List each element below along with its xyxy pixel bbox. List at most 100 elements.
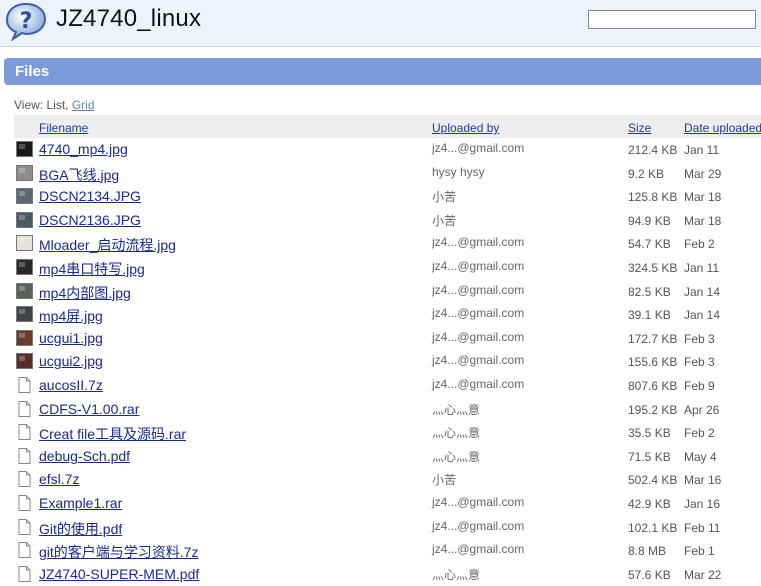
column-header-date-uploaded[interactable]: Date uploaded [684,121,761,135]
image-thumbnail-icon[interactable] [16,211,33,228]
table-row: Example1.rar jz4...@gmail.com 42.9 KB Jan 1… [0,492,761,516]
file-size: 212.4 KB [628,143,678,157]
image-thumbnail-icon[interactable] [16,188,33,205]
table-row: DSCN2136.JPG 小苦 94.9 KB Mar 18 [0,209,761,233]
file-name-link[interactable]: Example1.rar [39,495,122,511]
image-thumbnail-icon[interactable] [16,353,33,370]
uploader-name: 灬心灬意 [432,402,481,417]
file-size: 195.2 KB [628,402,678,417]
file-list: 4740_mp4.jpg jz4...@gmail.com 212.4 KB Jan … [0,138,761,586]
file-icon[interactable] [16,565,33,582]
table-row: Creat file工具及源码.rar 灬心灬意 35.5 KB Feb 2 [0,421,761,445]
upload-date: Feb 11 [684,520,721,535]
file-name-link[interactable]: Creat file工具及源码.rar [39,424,186,444]
file-name-link[interactable]: aucosII.7z [39,377,103,393]
view-label: View: [14,98,44,112]
table-row: efsl.7z 小苦 502.4 KB Mar 16 [0,468,761,492]
image-thumbnail-icon[interactable] [16,141,33,157]
file-name-link[interactable]: mp4串口特写.jpg [39,259,145,279]
column-header-filename[interactable]: Filename [39,121,88,135]
image-thumbnail-icon[interactable] [16,235,33,252]
upload-date: Mar 29 [684,166,722,181]
file-icon[interactable] [16,424,33,441]
upload-date: Mar 18 [684,190,722,205]
upload-date: Jan 14 [684,284,721,299]
uploader-name: 小苦 [432,213,457,228]
file-name-link[interactable]: JZ4740-SUPER-MEM.pdf [39,566,199,582]
image-thumbnail-icon[interactable] [16,306,33,323]
table-row: JZ4740-SUPER-MEM.pdf 灬心灬意 57.6 KB Mar 22 [0,563,761,586]
file-name-link[interactable]: efsl.7z [39,471,79,487]
file-icon[interactable] [16,542,33,559]
view-switcher: View: List, Grid [14,98,95,112]
upload-date: Feb 1 [684,544,715,559]
file-name-link[interactable]: DSCN2134.JPG [39,188,141,204]
table-row: ucgui2.jpg jz4...@gmail.com 155.6 KB Feb 3 [0,350,761,374]
uploader-name: hysy hysy [432,164,485,179]
help-question-icon[interactable]: ? [4,1,48,41]
file-size: 54.7 KB [628,237,671,252]
upload-date: Jan 16 [684,496,721,511]
file-name-link[interactable]: CDFS-V1.00.rar [39,401,139,417]
upload-date: Feb 3 [684,331,715,346]
view-grid-link[interactable]: Grid [72,98,95,112]
file-size: 39.1 KB [628,308,671,323]
table-row: CDFS-V1.00.rar 灬心灬意 195.2 KB Apr 26 [0,398,761,422]
file-name-link[interactable]: Git的使用.pdf [39,519,122,539]
file-size: 807.6 KB [628,378,678,393]
table-row: debug-Sch.pdf 灬心灬意 71.5 KB May 4 [0,445,761,469]
uploader-name: jz4...@gmail.com [432,376,525,391]
file-name-link[interactable]: BGA飞线.jpg [39,165,119,185]
file-size: 9.2 KB [628,166,665,181]
file-size: 94.9 KB [628,213,671,228]
search-input[interactable] [588,10,756,29]
image-thumbnail-icon[interactable] [16,282,33,299]
uploader-name: 灬心灬意 [432,567,481,582]
file-name-link[interactable]: git的客户端与学习资料.7z [39,542,198,562]
file-name-link[interactable]: ucgui2.jpg [39,353,103,369]
file-name-link[interactable]: 4740_mp4.jpg [39,141,128,157]
table-row: BGA飞线.jpg hysy hysy 9.2 KB Mar 29 [0,162,761,186]
image-thumbnail-icon[interactable] [16,329,33,346]
table-row: Git的使用.pdf jz4...@gmail.com 102.1 KB Feb 11 [0,516,761,540]
file-size: 125.8 KB [628,190,678,205]
uploader-name: jz4...@gmail.com [432,235,525,250]
uploader-name: jz4...@gmail.com [432,518,525,533]
file-icon[interactable] [16,518,33,535]
uploader-name: 小苦 [432,190,457,205]
uploader-name: 小苦 [432,473,457,488]
file-name-link[interactable]: mp4屏.jpg [39,306,103,326]
file-size: 71.5 KB [628,449,671,464]
files-heading: Files [15,63,50,80]
image-thumbnail-icon[interactable] [16,258,33,275]
uploader-name: jz4...@gmail.com [432,258,525,273]
file-icon[interactable] [16,447,33,464]
uploader-name: jz4...@gmail.com [432,141,525,155]
image-thumbnail-icon[interactable] [16,164,33,181]
upload-date: Feb 2 [684,237,715,252]
table-row: git的客户端与学习资料.7z jz4...@gmail.com 8.8 MB Feb… [0,539,761,563]
column-header-uploaded-by[interactable]: Uploaded by [432,121,499,135]
project-title[interactable]: JZ4740_linux [56,5,201,33]
upload-date: Jan 11 [684,260,720,275]
file-icon[interactable] [16,376,33,393]
table-row: aucosII.7z jz4...@gmail.com 807.6 KB Feb 9 [0,374,761,398]
uploader-name: jz4...@gmail.com [432,494,525,509]
file-name-link[interactable]: ucgui1.jpg [39,330,103,346]
file-icon[interactable] [16,494,33,511]
table-row: mp4屏.jpg jz4...@gmail.com 39.1 KB Jan 14 [0,303,761,327]
upload-date: Mar 16 [684,473,722,488]
file-name-link[interactable]: DSCN2136.JPG [39,212,141,228]
file-name-link[interactable]: Mloader_启动流程.jpg [39,235,176,255]
uploader-name: jz4...@gmail.com [432,306,525,321]
upload-date: Apr 26 [684,402,720,417]
file-icon[interactable] [16,471,33,488]
upload-date: Mar 18 [684,213,722,228]
column-header-size[interactable]: Size [628,121,651,135]
table-row: mp4内部图.jpg jz4...@gmail.com 82.5 KB Jan 14 [0,280,761,304]
file-name-link[interactable]: debug-Sch.pdf [39,448,130,464]
file-icon[interactable] [16,400,33,417]
file-size: 8.8 MB [628,544,667,559]
file-name-link[interactable]: mp4内部图.jpg [39,283,131,303]
table-row: 4740_mp4.jpg jz4...@gmail.com 212.4 KB Jan … [0,138,761,162]
